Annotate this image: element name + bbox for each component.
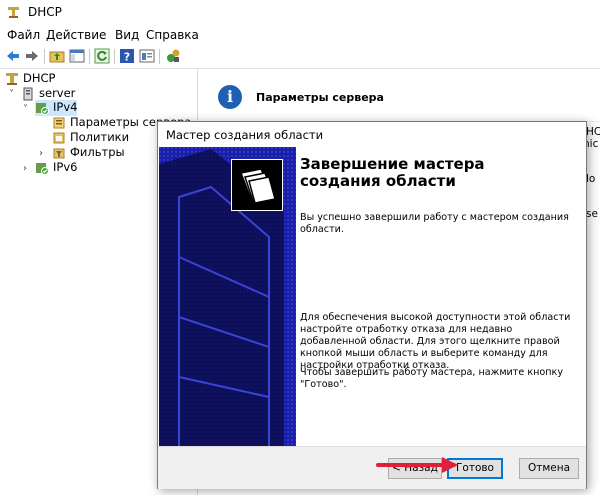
wizard-text-failover: Для обеспечения высокой доступности этой… bbox=[300, 312, 571, 371]
filter-icon bbox=[53, 148, 65, 159]
tree-label: Политики bbox=[70, 130, 130, 144]
info-icon: i bbox=[218, 85, 242, 109]
text-fragment: se bbox=[586, 208, 598, 220]
up-folder-icon[interactable] bbox=[49, 48, 65, 64]
server-icon bbox=[23, 87, 33, 101]
dhcp-app-icon bbox=[8, 7, 19, 18]
dhcp-icon bbox=[6, 73, 18, 85]
details-header: i Параметры сервера bbox=[200, 69, 600, 122]
chevron-down-icon[interactable]: ˅ bbox=[9, 90, 19, 100]
toolbar-separator bbox=[114, 49, 115, 64]
menu-help[interactable]: Справка bbox=[146, 28, 199, 42]
help-icon[interactable]: ? bbox=[119, 48, 135, 64]
wizard-folder-icon bbox=[231, 159, 283, 211]
tree-label: Фильтры bbox=[70, 145, 125, 159]
refresh-icon[interactable] bbox=[94, 48, 110, 64]
svg-text:?: ? bbox=[124, 51, 130, 64]
options-icon bbox=[53, 117, 65, 129]
chevron-down-icon[interactable]: ˅ bbox=[23, 105, 33, 115]
toolbar: ? bbox=[0, 46, 600, 69]
properties-icon[interactable] bbox=[139, 48, 155, 64]
ipv4-icon bbox=[36, 103, 49, 115]
details-title: Параметры сервера bbox=[256, 91, 384, 104]
ipv6-icon bbox=[36, 163, 49, 175]
window-title: DHCP bbox=[28, 5, 62, 19]
tree-node-ipv4[interactable]: IPv4 bbox=[35, 100, 77, 116]
toolbar-separator bbox=[89, 49, 90, 64]
menu-file[interactable]: Файл bbox=[7, 28, 40, 42]
chevron-right-icon[interactable]: › bbox=[23, 164, 33, 174]
text-fragment: lo bbox=[586, 173, 596, 185]
menu-bar: Файл Действие Вид Справка bbox=[0, 26, 600, 46]
tree-label: IPv4 bbox=[53, 100, 78, 114]
back-arrow-icon[interactable] bbox=[5, 48, 21, 64]
tree-label: IPv6 bbox=[53, 160, 78, 174]
dialog-footer: < Назад Готово Отмена bbox=[158, 446, 586, 489]
cancel-button[interactable]: Отмена bbox=[519, 458, 579, 479]
dialog-titlebar: Мастер создания области bbox=[158, 122, 586, 146]
chevron-right-icon[interactable]: › bbox=[39, 149, 49, 159]
policy-icon bbox=[53, 132, 65, 144]
wizard-dialog: Мастер создания области Завершение масте… bbox=[157, 121, 587, 489]
window-titlebar: DHCP bbox=[0, 0, 600, 26]
annotation-arrow-icon bbox=[376, 457, 458, 473]
menu-action[interactable]: Действие bbox=[46, 28, 106, 42]
toolbar-separator bbox=[44, 49, 45, 64]
console-tree-icon[interactable] bbox=[69, 48, 85, 64]
tree-label: server bbox=[39, 86, 76, 100]
tree-label: DHCP bbox=[23, 71, 56, 85]
wizard-heading: Завершение мастера создания области bbox=[300, 155, 485, 190]
action-icon[interactable] bbox=[165, 48, 181, 64]
text-fragment: HC bbox=[586, 126, 600, 138]
menu-view[interactable]: Вид bbox=[115, 28, 139, 42]
wizard-text-complete: Вы успешно завершили работу с мастером с… bbox=[300, 212, 569, 235]
toolbar-separator bbox=[159, 49, 160, 64]
wizard-text-finish-hint: Чтобы завершить работу мастера, нажмите … bbox=[300, 367, 564, 390]
forward-arrow-icon[interactable] bbox=[24, 48, 40, 64]
dialog-title: Мастер создания области bbox=[166, 128, 324, 142]
